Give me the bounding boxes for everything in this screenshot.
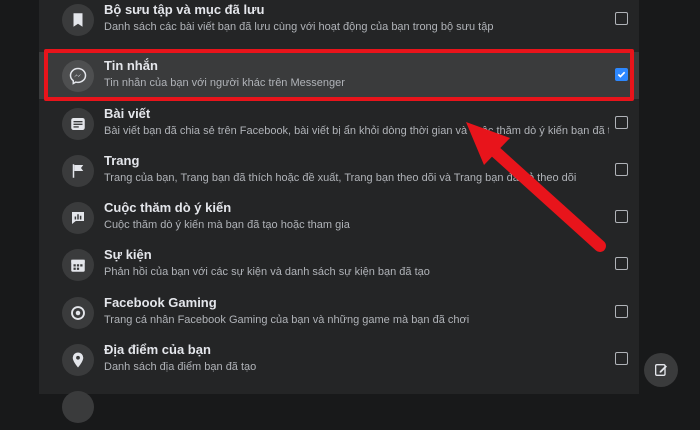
highlight-box (44, 49, 634, 101)
location-icon (62, 344, 94, 376)
post-icon (62, 108, 94, 140)
gaming-icon (62, 297, 94, 329)
list-item-pages[interactable]: Trang Trang của bạn, Trang bạn đã thích … (39, 147, 639, 194)
item-title: Địa điểm của bạn (104, 342, 211, 357)
list-item-places[interactable]: Địa điểm của bạn Danh sách địa điểm bạn … (39, 336, 639, 383)
item-title: Facebook Gaming (104, 295, 217, 310)
item-checkbox[interactable] (615, 116, 628, 129)
calendar-icon (62, 249, 94, 281)
list-item-posts[interactable]: Bài viết Bài viết bạn đã chia sẻ trên Fa… (39, 100, 639, 147)
list-item-events[interactable]: Sự kiện Phản hồi của bạn với các sự kiện… (39, 241, 639, 288)
item-checkbox[interactable] (615, 163, 628, 176)
item-checkbox[interactable] (615, 257, 628, 270)
poll-icon (62, 202, 94, 234)
item-description: Danh sách địa điểm bạn đã tạo (104, 361, 257, 373)
item-title: Bài viết (104, 106, 151, 121)
item-description: Cuộc thăm dò ý kiến mà bạn đã tạo hoặc t… (104, 219, 350, 231)
item-description: Bài viết bạn đã chia sẻ trên Facebook, b… (104, 125, 609, 137)
flag-icon (62, 155, 94, 187)
list-item-saved-collections[interactable]: Bộ sưu tập và mục đã lưu Danh sách các b… (39, 0, 639, 43)
item-title: Bộ sưu tập và mục đã lưu (104, 2, 265, 17)
list-item-polls[interactable]: Cuộc thăm dò ý kiến Cuộc thăm dò ý kiến … (39, 194, 639, 241)
list-item-gaming[interactable]: Facebook Gaming Trang cá nhân Facebook G… (39, 289, 639, 336)
item-checkbox[interactable] (615, 352, 628, 365)
item-title: Cuộc thăm dò ý kiến (104, 200, 232, 215)
item-description: Phản hồi của bạn với các sự kiện và danh… (104, 266, 430, 278)
item-description: Danh sách các bài viết bạn đã lưu cùng v… (104, 21, 494, 33)
bookmark-icon (62, 4, 94, 36)
item-checkbox[interactable] (615, 210, 628, 223)
edit-icon (655, 364, 667, 376)
list-item-partial (39, 383, 639, 430)
item-title: Sự kiện (104, 247, 152, 262)
background-right (639, 0, 700, 394)
partial-icon (62, 391, 94, 423)
item-description: Trang cá nhân Facebook Gaming của bạn và… (104, 314, 470, 326)
item-title: Trang (104, 153, 140, 168)
compose-button[interactable] (644, 353, 678, 387)
item-checkbox[interactable] (615, 305, 628, 318)
item-description: Trang của bạn, Trang bạn đã thích hoặc đ… (104, 172, 577, 184)
background-left (0, 0, 39, 394)
item-checkbox[interactable] (615, 12, 628, 25)
